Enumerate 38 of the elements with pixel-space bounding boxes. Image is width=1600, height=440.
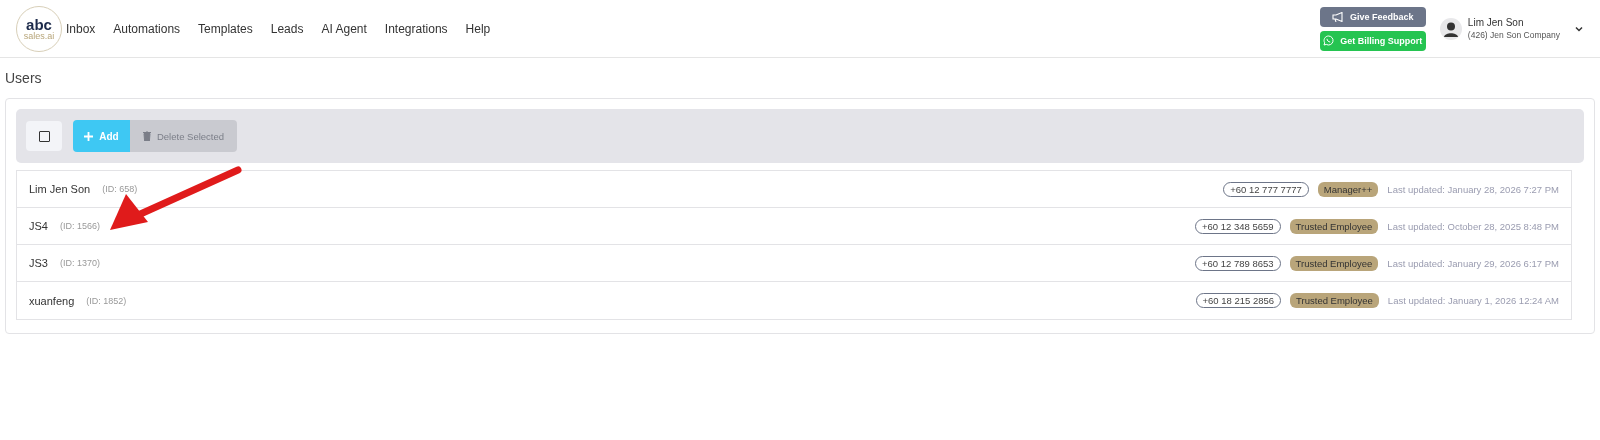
user-id: (ID: 1566) xyxy=(59,221,100,231)
nav-link[interactable]: Automations xyxy=(113,21,181,36)
nav-link[interactable]: Integrations xyxy=(384,21,448,36)
user-row[interactable]: Lim Jen Son (ID: 658) +60 12 777 7777 Manager++ Last updated: January 28, 2026 7:27 PM xyxy=(17,171,1571,208)
company-name: (426) Jen Son Company xyxy=(1467,30,1560,40)
user-id: (ID: 1852) xyxy=(86,295,127,306)
logo-text: abc xyxy=(26,16,52,32)
user-row[interactable]: JS3 (ID: 1370) +60 12 789 8653 Trusted Employee Last updated: January 29, 2026 6:17 PM xyxy=(17,245,1571,282)
user-id: (ID: 1370) xyxy=(59,258,100,268)
user-name: Lim Jen Son xyxy=(1467,17,1525,28)
nav-link[interactable]: Leads xyxy=(270,21,304,36)
user-row[interactable]: xuanfeng (ID: 1852) +60 18 215 2856 Trusted Employee Last updated: January 1, 2026 12:24 AM xyxy=(17,282,1571,319)
plus-icon xyxy=(84,131,94,141)
user-name: JS3 xyxy=(29,257,48,269)
feedback-button[interactable]: Give Feedback xyxy=(1319,6,1426,27)
user-name: Lim Jen Son xyxy=(29,183,91,195)
role-tag: Trusted Employee xyxy=(1290,293,1379,308)
last-updated: Last updated: October 28, 2025 8:48 PM xyxy=(1387,220,1559,232)
megaphone-icon xyxy=(1332,11,1345,22)
whatsapp-icon xyxy=(1323,35,1335,46)
page-title: Users xyxy=(5,70,43,86)
nav-link[interactable]: Inbox xyxy=(66,21,96,36)
nav-link[interactable]: AI Agent xyxy=(321,21,367,36)
user-name: xuanfeng xyxy=(29,294,75,307)
select-all-checkbox[interactable] xyxy=(38,130,50,142)
last-updated: Last updated: January 29, 2026 6:17 PM xyxy=(1387,257,1559,269)
nav-link[interactable]: Help xyxy=(465,21,491,36)
nav-link[interactable]: Templates xyxy=(198,21,253,36)
last-updated: Last updated: January 1, 2026 12:24 AM xyxy=(1387,295,1559,306)
user-id: (ID: 658) xyxy=(102,184,138,194)
role-tag: Trusted Employee xyxy=(1289,218,1379,234)
role-tag: Manager++ xyxy=(1317,181,1379,197)
user-name: JS4 xyxy=(29,220,48,232)
avatar-icon xyxy=(1439,17,1462,40)
trash-icon xyxy=(142,131,151,141)
role-tag: Trusted Employee xyxy=(1289,255,1379,271)
last-updated: Last updated: January 28, 2026 7:27 PM xyxy=(1387,183,1559,195)
logo-subtext: sales.ai xyxy=(23,31,55,41)
